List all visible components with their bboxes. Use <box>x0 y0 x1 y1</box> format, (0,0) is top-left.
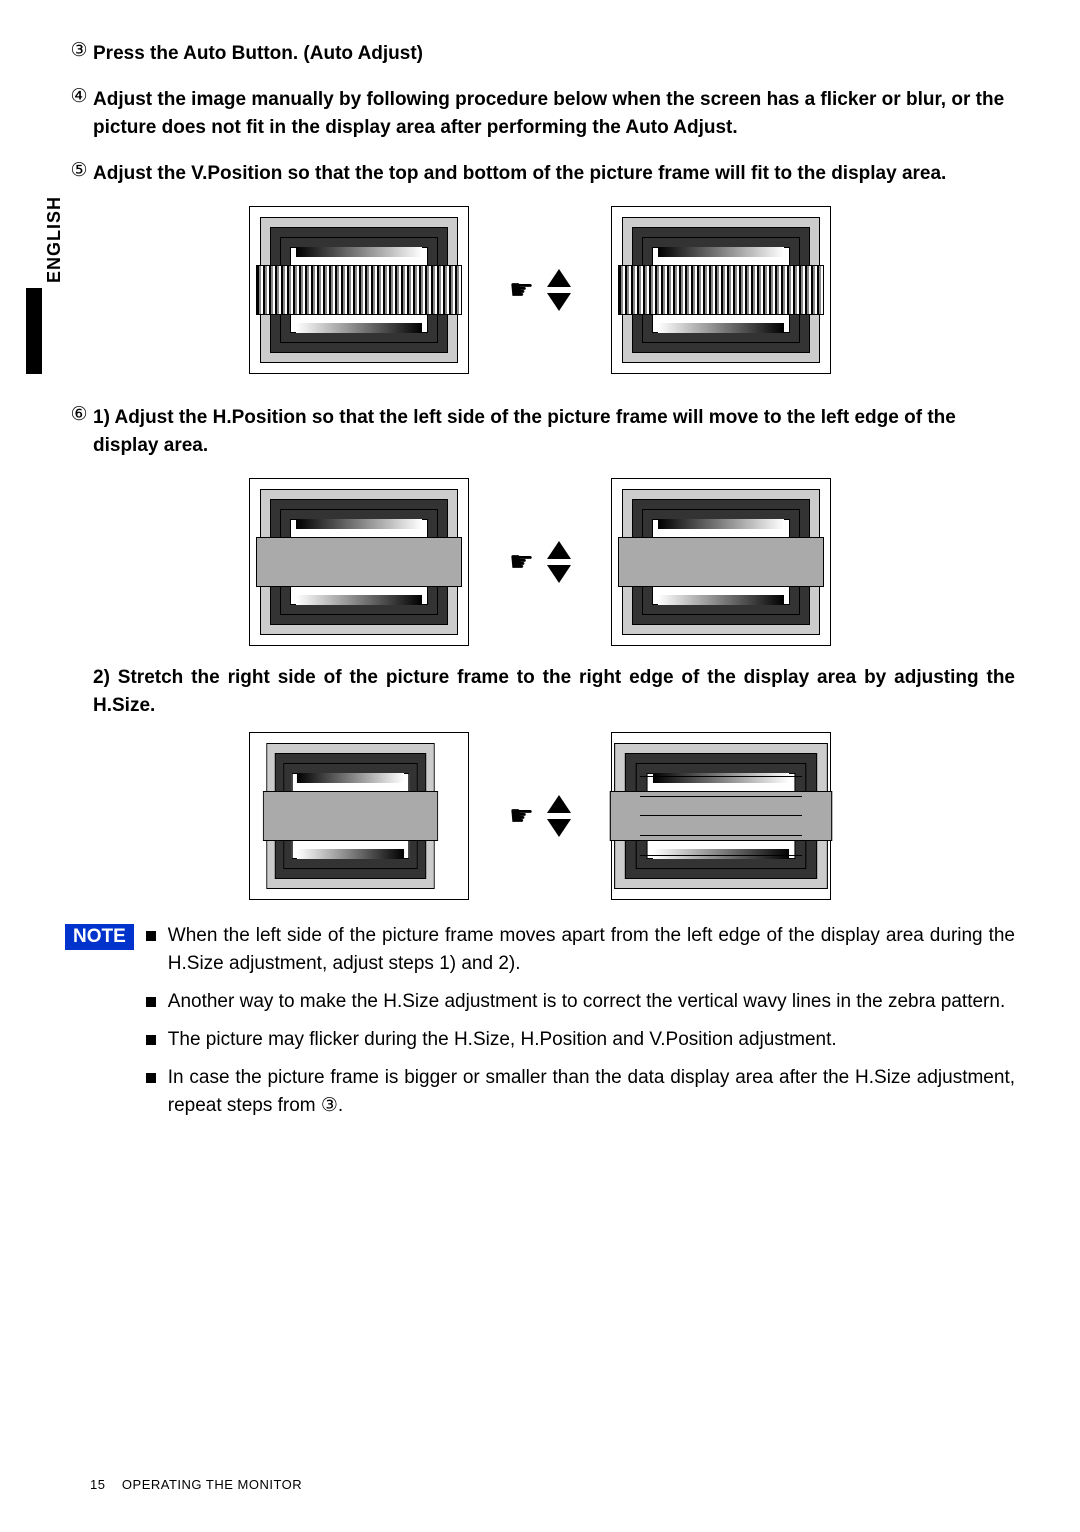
note-item: Another way to make the H.Size adjustmen… <box>146 988 1015 1016</box>
test-pattern-before-hsize <box>249 732 469 900</box>
down-arrow-icon <box>547 293 571 311</box>
test-pattern-after-hsize <box>611 732 831 900</box>
note-item: The picture may flicker during the H.Siz… <box>146 1026 1015 1054</box>
hand-pointer-icon: ☚ <box>509 548 534 576</box>
adjust-arrow-group: ☚ <box>509 269 570 311</box>
step-text-6a: 1) Adjust the H.Position so that the lef… <box>93 404 1015 460</box>
adjust-arrow-group: ☚ <box>509 795 570 837</box>
page-content: ③ Press the Auto Button. (Auto Adjust) ④… <box>0 0 1080 1160</box>
hand-pointer-icon: ☚ <box>509 802 534 830</box>
step-text-4: Adjust the image manually by following p… <box>93 86 1015 142</box>
step-number-3: ③ <box>65 40 93 62</box>
page-number: 15 <box>90 1477 105 1492</box>
step-number-6: ⑥ <box>65 404 93 426</box>
square-bullet-icon <box>146 997 156 1007</box>
up-arrow-icon <box>547 541 571 559</box>
adjust-arrow-group: ☚ <box>509 541 570 583</box>
figure-row-vposition: ☚ <box>65 206 1015 374</box>
step-number-4: ④ <box>65 86 93 108</box>
note-item: When the left side of the picture frame … <box>146 922 1015 978</box>
test-pattern-after-vpos <box>611 206 831 374</box>
step-4: ④ Adjust the image manually by following… <box>65 86 1015 142</box>
step-text-5: Adjust the V.Position so that the top an… <box>93 160 1015 188</box>
step-3: ③ Press the Auto Button. (Auto Adjust) <box>65 40 1015 68</box>
figure-row-hsize: ☚ <box>65 732 1015 900</box>
test-pattern-before-vpos <box>249 206 469 374</box>
note-section: NOTE When the left side of the picture f… <box>65 922 1015 1130</box>
step-5: ⑤ Adjust the V.Position so that the top … <box>65 160 1015 188</box>
square-bullet-icon <box>146 1073 156 1083</box>
down-arrow-icon <box>547 565 571 583</box>
note-item: In case the picture frame is bigger or s… <box>146 1064 1015 1120</box>
step-text-6b: 2) Stretch the right side of the picture… <box>93 664 1015 720</box>
note-text: In case the picture frame is bigger or s… <box>168 1064 1015 1120</box>
footer-section: OPERATING THE MONITOR <box>122 1477 302 1492</box>
up-arrow-icon <box>547 795 571 813</box>
language-indicator-bar <box>26 288 42 374</box>
test-pattern-before-hpos <box>249 478 469 646</box>
page-footer: 15 OPERATING THE MONITOR <box>90 1477 302 1492</box>
step-number-5: ⑤ <box>65 160 93 182</box>
square-bullet-icon <box>146 931 156 941</box>
note-text: When the left side of the picture frame … <box>168 922 1015 978</box>
test-pattern-after-hpos <box>611 478 831 646</box>
hand-pointer-icon: ☚ <box>509 276 534 304</box>
up-arrow-icon <box>547 269 571 287</box>
note-text: Another way to make the H.Size adjustmen… <box>168 988 1005 1016</box>
note-text: The picture may flicker during the H.Siz… <box>168 1026 837 1054</box>
step-6: ⑥ 1) Adjust the H.Position so that the l… <box>65 404 1015 460</box>
square-bullet-icon <box>146 1035 156 1045</box>
down-arrow-icon <box>547 819 571 837</box>
note-list: When the left side of the picture frame … <box>146 922 1015 1130</box>
figure-row-hposition: ☚ <box>65 478 1015 646</box>
note-label: NOTE <box>65 924 134 950</box>
language-tab: ENGLISH <box>44 196 65 283</box>
step-text-3: Press the Auto Button. (Auto Adjust) <box>93 40 1015 68</box>
